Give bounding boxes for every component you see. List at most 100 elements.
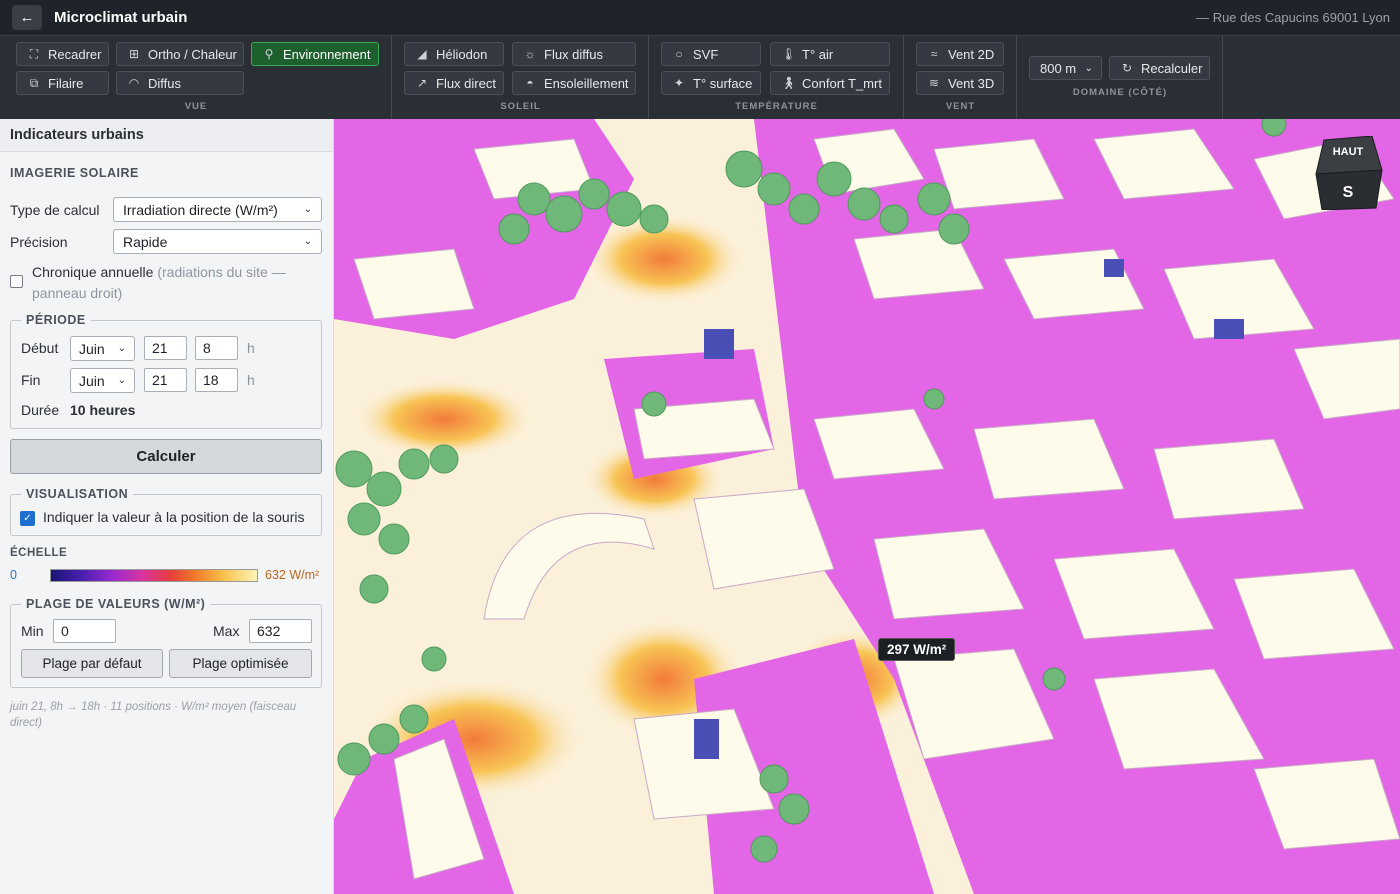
- confort-tmrt-button[interactable]: 🚶︎ Confort T_mrt: [770, 71, 890, 95]
- debut-month-select[interactable]: Juin ⌄: [70, 336, 135, 361]
- duree-value: 10 heures: [70, 402, 136, 418]
- group-label-vent: VENT: [945, 101, 976, 112]
- precision-select[interactable]: Rapide ⌄: [113, 229, 322, 254]
- wind-icon: ≈: [930, 47, 938, 61]
- sun-icon: ☼: [524, 47, 536, 61]
- filaire-button[interactable]: ⧉ Filaire: [16, 71, 109, 95]
- plage-max-input[interactable]: 632: [249, 619, 312, 643]
- fin-label: Fin: [21, 372, 41, 388]
- vent-2d-button[interactable]: ≈ Vent 2D: [916, 42, 1004, 66]
- precision-label: Précision: [10, 234, 68, 250]
- plage-min-label: Min: [21, 623, 44, 639]
- navcube-face-label: S: [1342, 184, 1354, 201]
- person-icon: 🚶︎: [781, 76, 797, 90]
- plage-optimisee-button[interactable]: Plage optimisée: [169, 649, 312, 678]
- plage-defaut-button[interactable]: Plage par défaut: [21, 649, 163, 678]
- sunrise-icon: ◓: [526, 76, 534, 90]
- plage-min-input[interactable]: 0: [53, 619, 116, 643]
- debut-hour-unit: h: [247, 340, 255, 356]
- group-label-temperature: TEMPÉRATURE: [735, 101, 818, 112]
- title-bar: ← Microclimat urbain — Rue des Capucins …: [0, 0, 1400, 35]
- heliodon-icon: ◢: [417, 47, 427, 61]
- type-calcul-select[interactable]: Irradiation directe (W/m²) ⌄: [113, 197, 322, 222]
- wireframe-icon: ⧉: [29, 75, 39, 90]
- crop-icon: ⛶: [29, 46, 39, 61]
- t-surface-button[interactable]: ✦ T° surface: [661, 71, 761, 95]
- thermometer-icon: 🌡︎: [781, 47, 797, 61]
- group-label-vue: VUE: [184, 101, 208, 112]
- type-calcul-label: Type de calcul: [10, 202, 100, 218]
- recadrer-button[interactable]: ⛶ Recadrer: [16, 42, 109, 66]
- debut-hour-input[interactable]: 8: [195, 336, 238, 360]
- group-label-domaine: DOMAINE (CÔTÉ): [1072, 87, 1168, 98]
- flux-diffus-button[interactable]: ☼ Flux diffus: [512, 42, 636, 66]
- debut-label: Début: [21, 340, 59, 356]
- chevron-down-icon: ⌄: [303, 236, 312, 247]
- diffus-button[interactable]: ◠ Diffus: [116, 71, 244, 95]
- chevron-down-icon: ⌄: [303, 204, 312, 215]
- pin-icon: ⚲: [264, 47, 274, 61]
- imagerie-solaire-title: IMAGERIE SOLAIRE: [10, 166, 139, 180]
- toolbar: ⛶ Recadrer ⊞ Ortho / Chaleur ⚲ Environnemen…: [0, 35, 1400, 120]
- toolbar-group-domaine: 800 m ⌄ ↻ Recalculer DOMAINE (CÔTÉ): [1017, 36, 1223, 120]
- back-button[interactable]: ←: [12, 5, 42, 30]
- wind3d-icon: ≋: [928, 76, 940, 90]
- hover-value-label: Indiquer la valeur à la position de la s…: [43, 509, 305, 525]
- city-3d-render: [334, 119, 1400, 894]
- hover-value-checkbox[interactable]: ✓: [20, 511, 35, 526]
- plage-title: PLAGE DE VALEURS (W/M²): [21, 597, 211, 611]
- heliodon-button[interactable]: ◢ Héliodon: [404, 42, 504, 66]
- debut-day-input[interactable]: 21: [144, 336, 187, 360]
- ortho-chaleur-button[interactable]: ⊞ Ortho / Chaleur: [116, 42, 244, 66]
- sidebar-title: Indicateurs urbains: [0, 119, 333, 152]
- chevron-down-icon: ⌄: [117, 343, 126, 354]
- calculation-footnote: juin 21, 8h → 18h · 11 positions · W/m² …: [10, 701, 297, 729]
- calculer-button[interactable]: Calculer: [10, 439, 322, 474]
- grid-icon: ⊞: [128, 47, 140, 61]
- circle-icon: ○: [675, 47, 683, 61]
- toolbar-group-soleil: ◢ Héliodon ☼ Flux diffus ↗ Flux direct ◓ Ens…: [392, 36, 649, 120]
- periode-fieldset: PÉRIODE Début Juin ⌄ 21 8 h Fin Juin ⌄ 21 …: [10, 313, 322, 429]
- site-address: — Rue des Capucins 69001 Lyon: [1196, 10, 1390, 25]
- chevron-down-icon: ⌄: [117, 375, 126, 386]
- echelle-title: ÉCHELLE: [10, 547, 68, 559]
- navcube-top-label: HAUT: [1332, 146, 1364, 158]
- check-icon: ✓: [23, 513, 32, 524]
- chronique-label: Chronique annuelle (radiations du site —…: [32, 264, 286, 301]
- environnement-button[interactable]: ⚲ Environnement: [251, 42, 379, 66]
- echelle-min: 0: [10, 568, 17, 582]
- svf-button[interactable]: ○ SVF: [661, 42, 761, 66]
- toolbar-group-vent: ≈ Vent 2D ≋ Vent 3D VENT: [904, 36, 1017, 120]
- t-air-button[interactable]: 🌡︎ T° air: [770, 42, 890, 66]
- chevron-down-icon: ⌄: [1084, 62, 1093, 74]
- fin-month-select[interactable]: Juin ⌄: [70, 368, 135, 393]
- duree-label: Durée: [21, 402, 60, 418]
- app-title: Microclimat urbain: [54, 9, 188, 26]
- dome-icon: ◠: [128, 76, 140, 90]
- color-scale-bar: [50, 569, 258, 582]
- group-label-soleil: SOLEIL: [500, 101, 541, 112]
- vent-3d-button[interactable]: ≋ Vent 3D: [916, 71, 1004, 95]
- sidebar-panel: Indicateurs urbains IMAGERIE SOLAIRE Typ…: [0, 119, 334, 894]
- visualisation-title: VISUALISATION: [21, 487, 134, 501]
- ray-icon: ↗: [416, 76, 428, 90]
- flux-direct-button[interactable]: ↗ Flux direct: [404, 71, 504, 95]
- plage-max-label: Max: [213, 623, 240, 639]
- sparkle-icon: ✦: [673, 76, 685, 90]
- ensoleillement-button[interactable]: ◓ Ensoleillement: [512, 71, 636, 95]
- toolbar-group-temperature: ○ SVF 🌡︎ T° air ✦ T° surface 🚶︎ Confort T_mr…: [649, 36, 904, 120]
- fin-hour-input[interactable]: 18: [195, 368, 238, 392]
- periode-title: PÉRIODE: [21, 313, 91, 327]
- domain-size-select[interactable]: 800 m ⌄: [1029, 56, 1102, 80]
- echelle-max: 632 W/m²: [265, 568, 320, 582]
- plage-fieldset: PLAGE DE VALEURS (W/M²) Min 0 Max 632 Pl…: [10, 597, 322, 688]
- fin-day-input[interactable]: 21: [144, 368, 187, 392]
- refresh-icon: ↻: [1121, 61, 1133, 75]
- toolbar-group-vue: ⛶ Recadrer ⊞ Ortho / Chaleur ⚲ Environnemen…: [0, 36, 392, 120]
- chronique-checkbox[interactable]: [10, 275, 23, 288]
- hover-value-tooltip: 297 W/m²: [878, 638, 956, 661]
- recalculer-button[interactable]: ↻ Recalculer: [1109, 56, 1210, 80]
- nav-cube[interactable]: HAUT S: [1312, 135, 1384, 211]
- map-3d-viewport[interactable]: HAUT S: [334, 119, 1400, 894]
- fin-hour-unit: h: [247, 372, 255, 388]
